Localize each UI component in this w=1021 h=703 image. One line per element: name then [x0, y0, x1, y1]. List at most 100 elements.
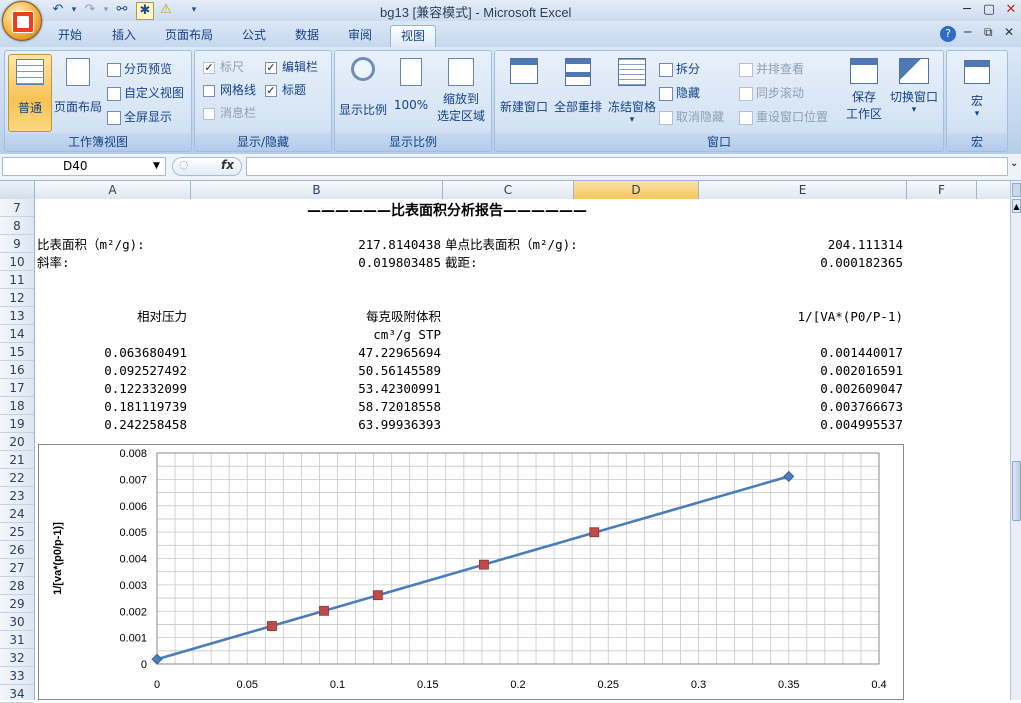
ruler-checkbox[interactable]: ✓ 标尺 — [203, 57, 244, 77]
formula-input[interactable] — [246, 157, 1008, 176]
close-button[interactable]: ✕ — [1000, 0, 1021, 20]
hide-button[interactable]: 隐藏 — [659, 83, 700, 103]
row-header[interactable]: 21 — [0, 451, 34, 469]
column-header-f[interactable]: F — [907, 181, 977, 199]
zoom-to-selection-button[interactable]: 缩放到 选定区域 — [433, 54, 489, 130]
row-header[interactable]: 12 — [0, 289, 34, 307]
reset-window-position-button[interactable]: 重设窗口位置 — [739, 107, 828, 127]
zoom-100-button[interactable]: 100% — [391, 54, 431, 130]
synchronous-scrolling-button[interactable]: 同步滚动 — [739, 83, 804, 103]
ribbon-restore-icon[interactable]: ⧉ — [984, 25, 993, 40]
bet-chart[interactable]: 0 0.001 0.002 0.003 0.004 0.005 0.006 0.007 0.00… — [38, 444, 904, 700]
new-window-icon — [510, 58, 538, 84]
scroll-up-icon[interactable]: ▲ — [1012, 199, 1021, 213]
row-header[interactable]: 18 — [0, 397, 34, 415]
tab-review[interactable]: 审阅 — [338, 25, 382, 46]
row-header[interactable]: 13 — [0, 307, 34, 325]
scrollbar-split-handle[interactable] — [1012, 183, 1021, 197]
row-header[interactable]: 28 — [0, 577, 34, 595]
maximize-button[interactable]: ▢ — [978, 0, 1000, 20]
custom-views-icon — [107, 86, 121, 101]
row-header[interactable]: 27 — [0, 559, 34, 577]
name-box-dropdown-icon[interactable]: ▼ — [153, 158, 160, 175]
row-header[interactable]: 32 — [0, 649, 34, 667]
customize-toolbar-icon[interactable]: ▾ — [186, 2, 202, 18]
office-button[interactable] — [2, 1, 42, 41]
formula-cancel-icon[interactable]: ◌ — [179, 158, 189, 171]
undo-icon[interactable]: ↶ — [50, 2, 66, 18]
arrange-all-button[interactable]: 全部重排 — [551, 54, 605, 130]
view-side-by-side-button[interactable]: 并排查看 — [739, 59, 804, 79]
tab-page-layout[interactable]: 页面布局 — [155, 25, 223, 46]
zoom-100-icon — [400, 58, 422, 86]
redo-icon[interactable]: ↷ — [82, 2, 98, 18]
row-header[interactable]: 29 — [0, 595, 34, 613]
tab-home[interactable]: 开始 — [48, 25, 92, 46]
row-header[interactable]: 11 — [0, 271, 34, 289]
warning-icon[interactable]: ⚠ — [158, 2, 174, 18]
scrollbar-thumb[interactable] — [1012, 461, 1021, 521]
name-box[interactable]: D40 ▼ — [2, 157, 166, 176]
redo-dropdown-icon[interactable]: ▾ — [98, 2, 114, 18]
save-workspace-button[interactable]: 保存 工作区 — [841, 54, 887, 130]
row-header[interactable]: 30 — [0, 613, 34, 631]
row-header[interactable]: 17 — [0, 379, 34, 397]
row-header[interactable]: 20 — [0, 433, 34, 451]
row-header[interactable]: 9 — [0, 235, 34, 253]
workbook-close-icon[interactable]: ✕ — [1004, 25, 1014, 39]
column-header-e[interactable]: E — [699, 181, 907, 199]
formula-bar-expand-icon[interactable]: ⌄ — [1010, 158, 1018, 169]
tab-view[interactable]: 视图 — [390, 25, 437, 47]
row-header[interactable]: 31 — [0, 631, 34, 649]
page-break-preview-button[interactable]: 分页预览 — [107, 59, 172, 79]
macros-button[interactable]: 宏 ▾ — [951, 54, 1003, 130]
switch-windows-button[interactable]: 切换窗口 ▾ — [887, 54, 941, 130]
message-bar-checkbox[interactable]: 消息栏 — [203, 103, 256, 123]
page-layout-view-button[interactable]: 页面布局 — [52, 54, 104, 130]
row-header[interactable]: 34 — [0, 685, 34, 703]
row-header[interactable]: 15 — [0, 343, 34, 361]
column-header-a[interactable]: A — [35, 181, 191, 199]
split-button[interactable]: 拆分 — [659, 59, 700, 79]
full-screen-button[interactable]: 全屏显示 — [107, 107, 172, 127]
column-header-c[interactable]: C — [443, 181, 574, 199]
formula-bar-checkbox[interactable]: ✓ 编辑栏 — [265, 57, 318, 77]
row-header[interactable]: 25 — [0, 523, 34, 541]
row-header[interactable]: 23 — [0, 487, 34, 505]
row-header[interactable]: 24 — [0, 505, 34, 523]
gridlines-checkbox[interactable]: 网格线 — [203, 80, 256, 100]
minimize-button[interactable]: ─ — [956, 0, 978, 20]
custom-views-button[interactable]: 自定义视图 — [107, 83, 184, 103]
freeze-panes-button[interactable]: 冻结窗格 ▾ — [605, 54, 659, 130]
unhide-button[interactable]: 取消隐藏 — [659, 107, 724, 127]
headings-checkbox[interactable]: ✓ 标题 — [265, 80, 306, 100]
row-header[interactable]: 26 — [0, 541, 34, 559]
row-header[interactable]: 19 — [0, 415, 34, 433]
row-header[interactable]: 16 — [0, 361, 34, 379]
vertical-scrollbar[interactable]: ▲ — [1010, 181, 1021, 700]
tab-formulas[interactable]: 公式 — [232, 25, 276, 46]
ribbon-minimize-icon[interactable]: ─ — [964, 25, 971, 39]
normal-view-button[interactable]: 普通 — [8, 54, 52, 132]
zoom-button[interactable]: 显示比例 — [339, 54, 387, 130]
zoom-selection-label-1: 缩放到 — [442, 92, 479, 106]
row-header[interactable]: 7 — [0, 199, 34, 217]
undo-dropdown-icon[interactable]: ▾ — [66, 2, 82, 18]
column-header-d[interactable]: D — [574, 181, 699, 199]
tab-insert[interactable]: 插入 — [102, 25, 146, 46]
insert-function-icon[interactable]: fx — [221, 158, 234, 172]
row-header[interactable]: 33 — [0, 667, 34, 685]
row-header[interactable]: 8 — [0, 217, 34, 235]
macro-security-icon[interactable]: ✱ — [136, 2, 154, 20]
connect-icon[interactable]: ⚯ — [114, 2, 130, 18]
row-header[interactable]: 22 — [0, 469, 34, 487]
row-header[interactable]: 10 — [0, 253, 34, 271]
help-icon[interactable]: ? — [940, 26, 956, 42]
row-header[interactable]: 14 — [0, 325, 34, 343]
new-window-button[interactable]: 新建窗口 — [497, 54, 551, 130]
column-header-b[interactable]: B — [191, 181, 443, 199]
select-all-corner[interactable] — [0, 181, 35, 199]
macros-icon — [964, 60, 990, 84]
x-tick-label: 0.05 — [237, 679, 258, 691]
tab-data[interactable]: 数据 — [285, 25, 329, 46]
